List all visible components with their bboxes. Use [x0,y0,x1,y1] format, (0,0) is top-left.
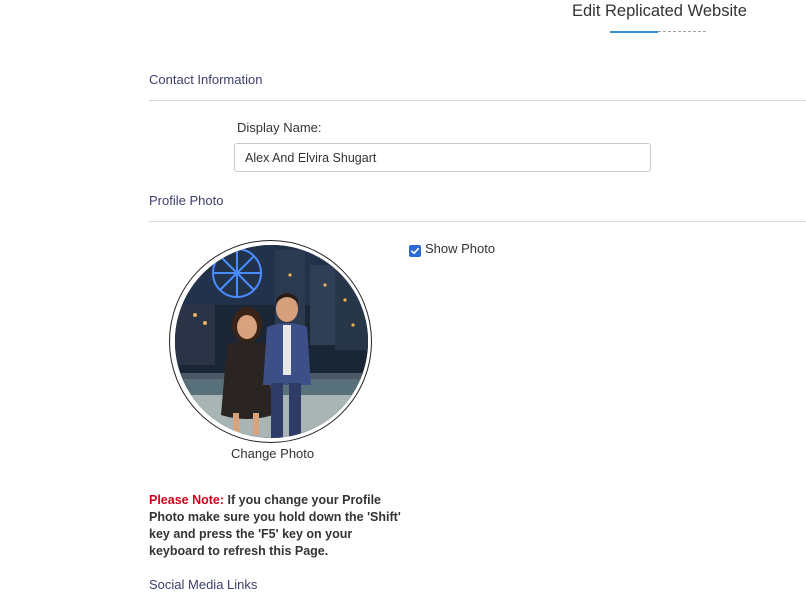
profile-photo-section-title: Profile Photo [149,193,224,208]
show-photo-label[interactable]: Show Photo [425,241,495,256]
social-media-section-title: Social Media Links [149,577,258,592]
display-name-label: Display Name: [237,120,322,135]
note-label: Please Note: [149,493,225,507]
checkmark-icon [411,247,420,255]
display-name-input[interactable] [234,143,651,172]
show-photo-checkbox[interactable] [409,245,421,257]
profile-photo-section-divider [149,221,806,222]
page-title: Edit Replicated Website [572,2,747,20]
wizard-progress [610,31,706,33]
progress-remaining [658,31,706,32]
change-photo-link[interactable]: Change Photo [231,446,314,461]
contact-section-title: Contact Information [149,72,263,87]
progress-complete [610,31,658,33]
contact-section-divider [149,100,806,101]
profile-photo [175,245,368,438]
refresh-note: Please Note: If you change your Profile … [149,492,409,560]
